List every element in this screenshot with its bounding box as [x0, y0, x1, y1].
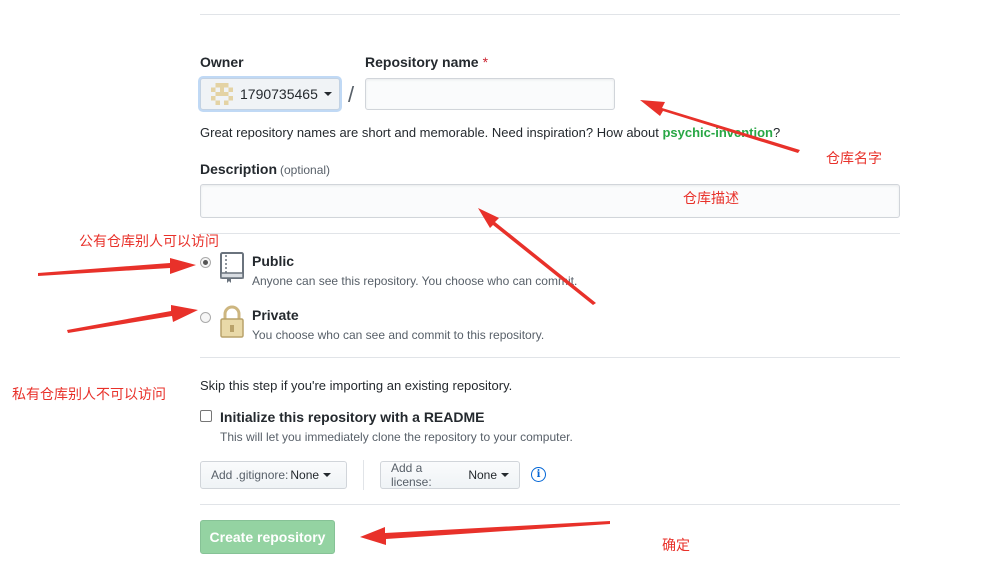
arrow-public: [38, 258, 196, 276]
arrow-private: [67, 305, 198, 333]
select-separator: [363, 460, 364, 490]
divider-submit: [200, 504, 900, 505]
owner-label: Owner: [200, 54, 244, 70]
create-repository-button[interactable]: Create repository: [200, 520, 335, 554]
public-radio[interactable]: [200, 257, 211, 268]
repo-name-input[interactable]: [365, 78, 615, 110]
license-value: None: [468, 468, 497, 482]
hint-prefix: Great repository names are short and mem…: [200, 125, 663, 140]
hint-suffix: ?: [773, 125, 781, 140]
identicon-avatar: [211, 83, 233, 105]
divider-init: [200, 357, 900, 358]
required-mark: *: [482, 54, 489, 70]
gitignore-value: None: [290, 468, 320, 482]
public-title: Public: [252, 253, 295, 269]
description-label: Description (optional): [200, 161, 330, 177]
owner-repo-separator: /: [348, 82, 355, 107]
caret-down-icon: [501, 473, 509, 477]
optional-tag: (optional): [280, 163, 331, 177]
name-suggestion-link[interactable]: psychic-invention: [662, 125, 773, 140]
gitignore-prefix: Add .gitignore:: [211, 468, 289, 482]
repo-book-icon: [220, 252, 244, 283]
annotation-repo-name: 仓库名字: [826, 150, 882, 166]
arrow-create: [360, 521, 610, 545]
repo-name-label: Repository name *: [365, 54, 488, 70]
license-select[interactable]: Add a license: None: [380, 461, 520, 489]
public-subtitle: Anyone can see this repository. You choo…: [252, 274, 578, 288]
top-divider: [200, 14, 900, 15]
arrow-description: [478, 208, 596, 305]
owner-dropdown[interactable]: 1790735465: [200, 78, 340, 110]
caret-down-icon: [323, 473, 332, 477]
repo-name-label-text: Repository name: [365, 54, 479, 70]
annotation-confirm: 确定: [662, 537, 690, 553]
lock-icon: [220, 305, 244, 338]
owner-value: 1790735465: [240, 86, 318, 102]
gitignore-select[interactable]: Add .gitignore: None: [200, 461, 347, 489]
annotation-public: 公有仓库别人可以访问: [79, 233, 219, 249]
readme-subtitle: This will let you immediately clone the …: [220, 430, 573, 444]
caret-down-icon: [323, 92, 332, 96]
annotation-private: 私有仓库别人不可以访问: [12, 386, 166, 402]
readme-label[interactable]: Initialize this repository with a README: [220, 409, 484, 425]
private-title: Private: [252, 307, 299, 323]
readme-checkbox[interactable]: [200, 410, 212, 422]
private-subtitle: You choose who can see and commit to thi…: [252, 328, 545, 342]
annotation-description: 仓库描述: [683, 190, 739, 206]
license-prefix: Add a license:: [391, 461, 432, 489]
divider-visibility: [200, 233, 900, 234]
skip-note: Skip this step if you're importing an ex…: [200, 378, 513, 393]
repo-name-hint: Great repository names are short and mem…: [200, 125, 780, 140]
description-label-text: Description: [200, 161, 278, 177]
private-radio[interactable]: [200, 312, 211, 323]
info-icon[interactable]: i: [531, 467, 546, 482]
description-input[interactable]: [200, 184, 900, 218]
